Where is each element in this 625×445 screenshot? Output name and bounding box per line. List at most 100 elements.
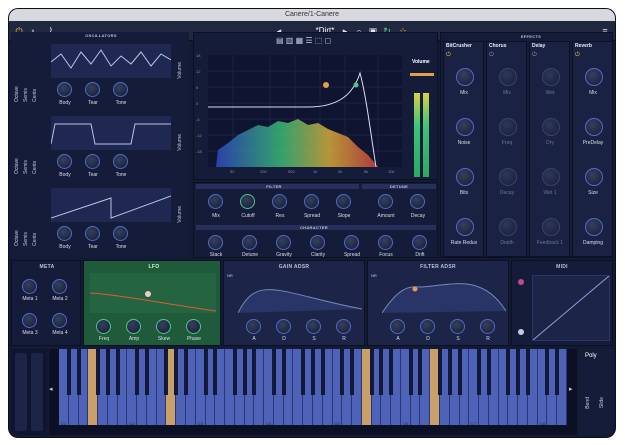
gain-knob-d[interactable] <box>276 319 291 334</box>
osc-knob-body[interactable] <box>57 226 72 241</box>
black-key[interactable] <box>379 349 384 395</box>
osc-side-label[interactable]: Semis <box>23 196 29 246</box>
midi-dot-icon[interactable] <box>518 279 524 285</box>
black-key[interactable] <box>174 349 179 395</box>
octave-down-icon[interactable]: ◂ <box>49 385 57 393</box>
black-key[interactable] <box>301 349 306 395</box>
black-key[interactable] <box>320 349 325 395</box>
fx-knob-freq[interactable] <box>499 118 517 136</box>
mod-wheel[interactable] <box>31 353 43 431</box>
black-key[interactable] <box>457 349 462 395</box>
filter-knob-res[interactable] <box>272 194 287 209</box>
fx-knob-mix[interactable] <box>499 68 517 86</box>
fx-knob-predelay[interactable] <box>585 118 603 136</box>
black-key[interactable] <box>96 349 101 395</box>
midi-curve[interactable] <box>532 275 610 341</box>
black-key[interactable] <box>213 349 218 395</box>
character-knob-drift[interactable] <box>412 235 427 250</box>
fx-knob-depth[interactable] <box>499 218 517 236</box>
black-key[interactable] <box>184 349 188 395</box>
black-key[interactable] <box>232 349 237 395</box>
gain-knob-a[interactable] <box>246 319 261 334</box>
fx-power-icon[interactable]: ⏻ <box>532 52 537 59</box>
fx-power-icon[interactable]: ⏻ <box>489 52 494 59</box>
osc-waveform[interactable] <box>51 188 171 222</box>
black-key[interactable] <box>389 349 394 395</box>
volume-slider[interactable] <box>410 73 434 76</box>
black-key[interactable] <box>506 349 511 395</box>
black-key[interactable] <box>418 349 423 395</box>
black-key[interactable] <box>545 349 550 395</box>
osc-side-label[interactable]: Octave <box>14 196 20 246</box>
black-key[interactable] <box>516 349 521 395</box>
view-icons[interactable]: ▤ ▥ ▦ ☰ ⬚ ◻ <box>276 36 356 48</box>
filter-envelope[interactable] <box>382 273 506 313</box>
black-key[interactable] <box>115 349 120 395</box>
fx-knob-wet-1[interactable] <box>542 168 560 186</box>
fx-knob-bits[interactable] <box>456 168 474 186</box>
black-key[interactable] <box>252 349 257 395</box>
fx-power-icon[interactable]: ⏻ <box>575 52 580 59</box>
poly-label[interactable]: Poly <box>585 353 597 359</box>
character-knob-detune[interactable] <box>242 235 257 250</box>
meta-knob-4[interactable] <box>52 313 67 328</box>
osc-waveform[interactable] <box>51 44 171 78</box>
filter-knob-mix[interactable] <box>208 194 223 209</box>
fx-knob-mix[interactable] <box>585 68 603 86</box>
osc-side-label[interactable]: Semis <box>23 52 29 102</box>
pitch-wheel[interactable] <box>15 353 27 431</box>
spectrum-plot[interactable] <box>208 55 402 167</box>
gain-envelope[interactable] <box>238 273 362 313</box>
gain-knob-s[interactable] <box>306 319 321 334</box>
osc-side-label[interactable]: Semis <box>23 124 29 174</box>
osc-side-label[interactable]: Cents <box>32 196 38 246</box>
black-key[interactable] <box>350 349 355 395</box>
midi-circle-icon[interactable] <box>518 329 524 335</box>
black-key[interactable] <box>438 349 442 395</box>
black-key[interactable] <box>76 349 81 395</box>
black-key[interactable] <box>66 349 71 395</box>
black-key[interactable] <box>477 349 482 395</box>
black-key[interactable] <box>135 349 140 395</box>
filter-knob-slope[interactable] <box>336 194 351 209</box>
detune-knob-amount[interactable] <box>378 194 393 209</box>
black-key[interactable] <box>242 349 247 395</box>
character-knob-clarity[interactable] <box>310 235 325 250</box>
lfo-knob-freq[interactable] <box>96 319 111 334</box>
detune-knob-decay[interactable] <box>410 194 425 209</box>
lfo-curve[interactable] <box>90 273 216 313</box>
black-key[interactable] <box>340 349 345 395</box>
filter-knob-cutoff[interactable] <box>240 194 255 209</box>
fx-knob-noise[interactable] <box>456 118 474 136</box>
filter-env-knob-s[interactable] <box>450 319 465 334</box>
gain-knob-r[interactable] <box>336 319 351 334</box>
osc-waveform[interactable] <box>51 116 171 150</box>
osc-knob-tear[interactable] <box>85 82 100 97</box>
black-key[interactable] <box>369 349 374 395</box>
osc-knob-body[interactable] <box>57 154 72 169</box>
osc-volume-label[interactable]: Volume <box>177 62 183 79</box>
lfo-knob-skew[interactable] <box>156 319 171 334</box>
black-key[interactable] <box>271 349 276 395</box>
black-key[interactable] <box>408 349 413 395</box>
character-knob-focus[interactable] <box>378 235 393 250</box>
filter-env-knob-a[interactable] <box>390 319 405 334</box>
osc-knob-tear[interactable] <box>85 154 100 169</box>
black-key[interactable] <box>203 349 208 395</box>
black-key[interactable] <box>525 349 530 395</box>
osc-volume-label[interactable]: Volume <box>177 134 183 151</box>
fx-knob-size[interactable] <box>585 168 603 186</box>
black-key[interactable] <box>164 349 169 395</box>
black-key[interactable] <box>447 349 452 395</box>
osc-knob-tone[interactable] <box>113 226 128 241</box>
fx-knob-decay[interactable] <box>499 168 517 186</box>
character-knob-gravity[interactable] <box>276 235 291 250</box>
osc-volume-label[interactable]: Volume <box>177 206 183 223</box>
black-key[interactable] <box>311 349 315 395</box>
osc-side-label[interactable]: Cents <box>32 124 38 174</box>
fx-knob-rate-redux[interactable] <box>456 218 474 236</box>
filter-env-knob-d[interactable] <box>420 319 435 334</box>
meta-knob-2[interactable] <box>52 279 67 294</box>
meta-knob-3[interactable] <box>22 313 37 328</box>
fx-knob-feedback-1[interactable] <box>542 218 560 236</box>
